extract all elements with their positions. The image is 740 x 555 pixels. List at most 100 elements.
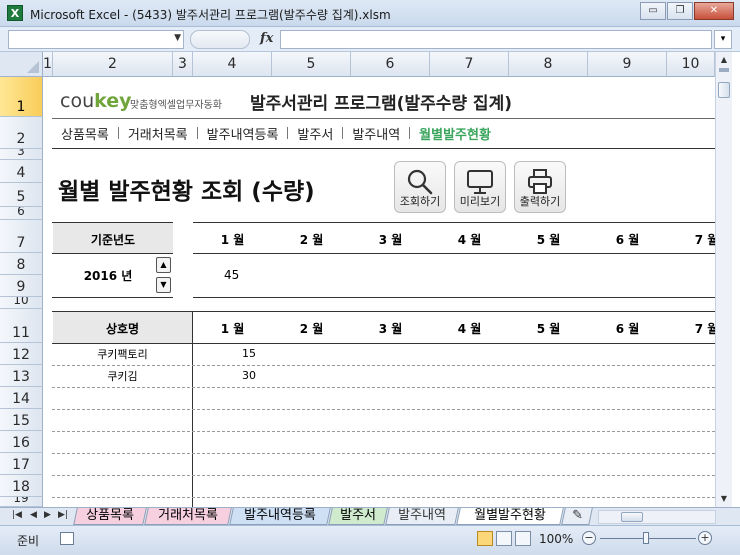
preview-button[interactable]: 미리보기	[454, 161, 506, 213]
formula-input[interactable]	[280, 30, 712, 49]
tab-monthly-status[interactable]: 월별발주현황	[456, 508, 564, 525]
scroll-up-icon[interactable]: ▲	[716, 52, 732, 68]
column-header[interactable]: 10	[667, 52, 715, 77]
row-header[interactable]: 12	[0, 343, 43, 365]
last-sheet-icon[interactable]: ▶|	[58, 510, 68, 520]
split-handle[interactable]	[719, 68, 729, 72]
logo-tagline: 맞춤형엑셀업무자동화	[130, 100, 222, 111]
nav-item-order-sheet[interactable]: 발주서	[288, 124, 342, 143]
table-row-name: 쿠키팩토리	[97, 348, 148, 361]
zoom-level[interactable]: 100%	[539, 532, 573, 546]
year-value[interactable]: 2016 년	[53, 267, 173, 284]
row-header[interactable]: 11	[0, 309, 43, 343]
status-mode: 준비	[17, 534, 40, 548]
name-box[interactable]: ▼	[8, 30, 184, 49]
print-button-label: 출력하기	[519, 195, 561, 208]
chevron-down-icon[interactable]: ▼	[174, 33, 181, 43]
macro-record-icon[interactable]	[60, 532, 74, 545]
scroll-thumb[interactable]	[718, 82, 730, 98]
row-header[interactable]: 15	[0, 409, 43, 431]
first-sheet-icon[interactable]: |◀	[12, 510, 22, 520]
row-header[interactable]: 2	[0, 117, 43, 149]
formula-controls[interactable]	[190, 30, 250, 49]
table-border	[193, 297, 715, 298]
nav-item-monthly-status[interactable]: 월별발주현황	[410, 124, 500, 143]
nav-item-order-entry[interactable]: 발주내역등록	[198, 124, 288, 143]
summary-total: 45	[224, 268, 240, 282]
year-up-button[interactable]: ▲	[156, 257, 171, 273]
scroll-down-icon[interactable]: ▼	[716, 491, 732, 507]
next-sheet-icon[interactable]: ▶	[44, 510, 51, 520]
row-divider	[52, 365, 715, 366]
page-layout-view-button[interactable]	[496, 531, 512, 546]
summary-month-header: 3 월	[378, 233, 403, 247]
zoom-in-button[interactable]: +	[698, 531, 712, 545]
year-down-button[interactable]: ▼	[156, 277, 171, 293]
nav-item-clients[interactable]: 거래처목록	[119, 124, 197, 143]
hscroll-thumb[interactable]	[621, 512, 643, 522]
horizontal-scrollbar[interactable]	[598, 510, 716, 524]
row-header[interactable]: 9	[0, 275, 43, 297]
select-all-corner[interactable]	[0, 52, 43, 77]
excel-app-icon[interactable]: X	[7, 5, 23, 21]
row-header[interactable]: 3	[0, 149, 43, 160]
summary-month-header: 1 월	[220, 233, 245, 247]
insert-function-button[interactable]: fx	[260, 31, 273, 46]
column-header[interactable]: 8	[509, 52, 588, 77]
print-button[interactable]: 출력하기	[514, 161, 566, 213]
expand-formula-bar-button[interactable]: ▾	[714, 30, 732, 49]
page-break-view-button[interactable]	[515, 531, 531, 546]
row-header[interactable]: 7	[0, 220, 43, 253]
row-header[interactable]: 4	[0, 160, 43, 183]
status-bar: 준비 100% − +	[0, 525, 740, 555]
table-border	[193, 222, 715, 223]
insert-sheet-icon[interactable]: ✎	[561, 508, 593, 525]
row-divider	[52, 387, 715, 388]
row-header[interactable]: 14	[0, 387, 43, 409]
normal-view-button[interactable]	[477, 531, 493, 546]
worksheet-grid[interactable]: 1 2 3 4 5 6 7 8 9 10 1 2 3 4 5 6 7 8 9 1…	[0, 52, 740, 507]
tab-clients[interactable]: 거래처목록	[144, 508, 232, 525]
prev-sheet-icon[interactable]: ◀	[30, 510, 37, 520]
nav-item-products[interactable]: 상품목록	[52, 124, 118, 143]
restore-button[interactable]: ❐	[667, 2, 693, 20]
formula-bar: ▼ fx ▾	[0, 27, 740, 52]
vertical-scrollbar[interactable]: ▲ ▼	[715, 52, 732, 507]
search-button[interactable]: 조회하기	[394, 161, 446, 213]
row-header[interactable]: 19	[0, 497, 43, 507]
row-header[interactable]: 1	[0, 77, 43, 117]
column-header[interactable]: 4	[193, 52, 272, 77]
nav-item-order-history[interactable]: 발주내역	[343, 124, 409, 143]
row-header[interactable]: 10	[0, 297, 43, 309]
tab-order-sheet[interactable]: 발주서	[328, 508, 388, 525]
column-header[interactable]: 7	[430, 52, 509, 77]
window-title: Microsoft Excel - (5433) 발주서관리 프로그램(발주수량…	[30, 8, 391, 22]
name-column-header: 상호명	[105, 322, 140, 336]
row-header[interactable]: 8	[0, 253, 43, 275]
row-header[interactable]: 18	[0, 475, 43, 497]
tab-order-history[interactable]: 발주내역	[385, 508, 459, 525]
column-header[interactable]: 2	[53, 52, 173, 77]
row-header[interactable]: 13	[0, 365, 43, 387]
column-header[interactable]: 3	[173, 52, 193, 77]
column-header[interactable]: 5	[272, 52, 351, 77]
minimize-button[interactable]: ▭	[640, 2, 666, 20]
column-header[interactable]: 6	[351, 52, 430, 77]
tab-order-entry[interactable]: 발주내역등록	[229, 508, 331, 525]
detail-month-header: 2 월	[299, 322, 324, 336]
row-header[interactable]: 5	[0, 183, 43, 207]
column-header[interactable]: 9	[588, 52, 667, 77]
zoom-slider-thumb[interactable]	[643, 532, 649, 544]
row-header[interactable]: 16	[0, 431, 43, 453]
zoom-out-button[interactable]: −	[582, 531, 596, 545]
page-title: 월별 발주현황 조회 (수량)	[58, 179, 315, 205]
column-header[interactable]: 1	[43, 52, 53, 77]
row-header[interactable]: 6	[0, 207, 43, 220]
row-header[interactable]: 17	[0, 453, 43, 475]
close-button[interactable]: ✕	[694, 2, 734, 20]
table-row-value: 30	[242, 369, 256, 382]
tab-products[interactable]: 상품목록	[73, 508, 147, 525]
sheet-tab-bar: |◀ ◀ ▶ ▶| 상품목록 거래처목록 발주내역등록 발주서 발주내역 월별발…	[0, 507, 740, 525]
detail-month-header: 4 월	[457, 322, 482, 336]
coukey-logo: coukey	[60, 90, 132, 112]
